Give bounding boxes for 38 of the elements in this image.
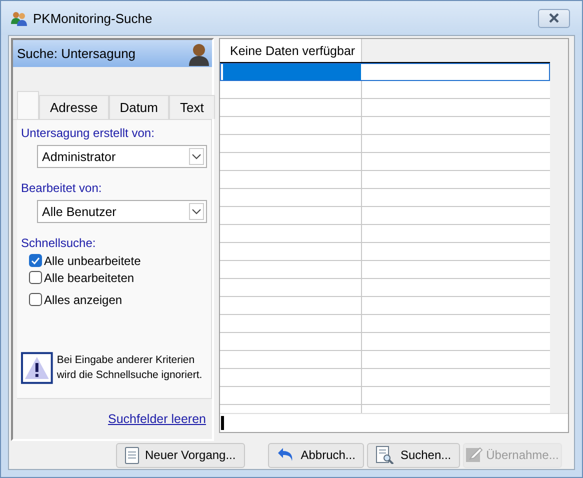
clear-fields-link[interactable]: Suchfelder leeren (108, 412, 206, 426)
chevron-down-icon (192, 154, 201, 160)
table-row[interactable] (220, 63, 550, 81)
action-button[interactable]: Abbruch... (268, 442, 364, 468)
notice-text: Bei Eingabe anderer Kriterien wird die Schnellsuche ignoriert. (56, 353, 204, 383)
dropdown[interactable]: Administrator (37, 145, 207, 168)
tab[interactable]: Adresse (39, 95, 109, 119)
dropdown[interactable]: Alle Benutzer (37, 200, 207, 223)
action-button[interactable]: Neuer Vorgang... (116, 442, 245, 468)
tab[interactable] (17, 91, 39, 119)
checkbox-label: Alles anzeigen (44, 292, 122, 306)
users-icon (11, 10, 27, 26)
action-button[interactable]: Suchen... (367, 442, 460, 468)
scrollbar[interactable] (550, 39, 568, 413)
document-icon (125, 446, 139, 464)
tab[interactable]: Datum (108, 95, 169, 119)
window-title: PKMonitoring-Suche (33, 10, 154, 26)
undo-arrow-icon (276, 447, 295, 463)
checkbox[interactable] (29, 271, 42, 284)
row-marker (221, 416, 224, 430)
close-button[interactable] (538, 8, 570, 28)
tab[interactable]: Text (169, 95, 215, 119)
chevron-down-icon (192, 208, 201, 214)
field-label: Untersagung erstellt von: (21, 126, 156, 140)
close-icon (548, 13, 560, 23)
checkbox[interactable] (29, 293, 42, 306)
panel-title: Suche: Untersagung (17, 46, 136, 61)
document-search-icon (376, 446, 394, 464)
section-label: Schnellsuche: (21, 236, 97, 250)
column-header[interactable]: Keine Daten verfügbar (220, 39, 362, 62)
edit-icon (466, 446, 484, 464)
field-label: Bearbeitet von: (21, 181, 103, 195)
checkmark-icon (31, 256, 40, 264)
checkbox-label: Alle unbearbeitete (44, 254, 141, 268)
warning-icon (21, 352, 53, 384)
person-icon (188, 42, 210, 66)
checkbox-label: Alle bearbeiteten (44, 270, 134, 284)
checkbox[interactable] (29, 254, 42, 267)
